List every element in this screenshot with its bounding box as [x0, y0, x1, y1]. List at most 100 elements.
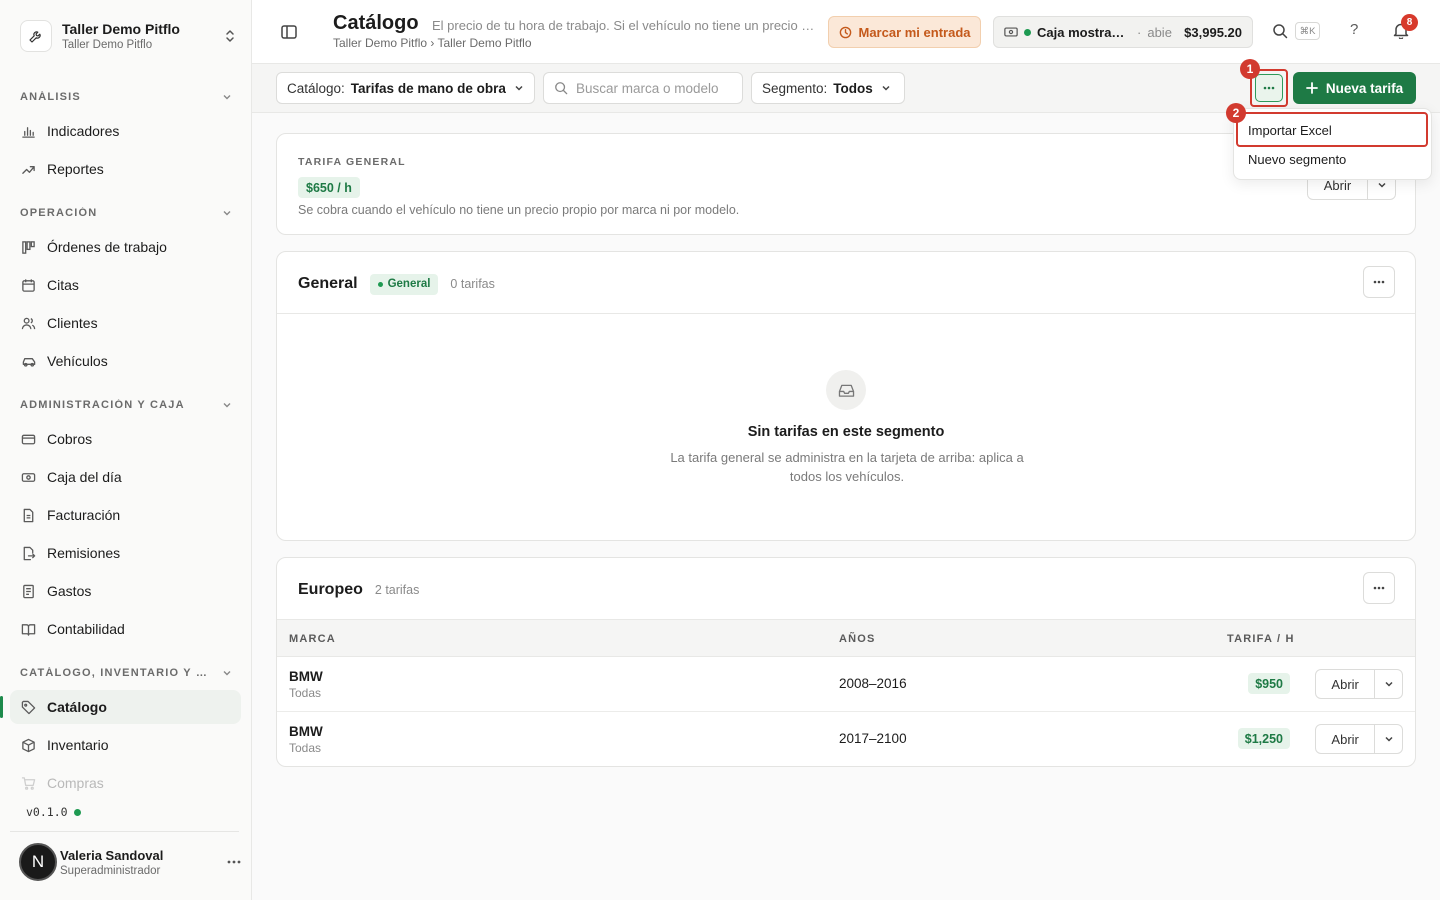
clock-in-label: Marcar mi entrada — [858, 24, 971, 40]
sidebar-item-compras[interactable]: Compras — [10, 766, 241, 800]
search-icon[interactable] — [1272, 23, 1288, 39]
section-administracion[interactable]: ADMINISTRACIÓN Y CAJA — [20, 399, 232, 411]
section-operacion[interactable]: OPERACIÓN — [20, 207, 232, 219]
sidebar-item-cobros[interactable]: Cobros — [10, 422, 241, 456]
empty-state-description: La tarifa general se administra en la ta… — [670, 450, 1024, 484]
sidebar-item-label: Reportes — [47, 161, 104, 177]
segment-select-key: Segmento: — [762, 80, 828, 96]
users-icon — [20, 315, 37, 332]
sidebar-item-facturacion[interactable]: Facturación — [10, 498, 241, 532]
page-description: El precio de tu hora de trabajo. Si el v… — [432, 18, 818, 33]
trend-icon — [20, 161, 37, 178]
sidebar-item-label: Catálogo — [47, 699, 107, 715]
user-name: Valeria Sandoval — [60, 847, 164, 863]
inbox-icon — [826, 370, 866, 410]
chevron-down-icon — [223, 671, 231, 676]
sidebar-item-indicadores[interactable]: Indicadores — [10, 114, 241, 148]
search-input[interactable] — [576, 80, 731, 96]
sidebar-item-catalogo[interactable]: Catálogo — [10, 690, 241, 724]
notification-badge: 8 — [1401, 14, 1418, 31]
chevron-down-icon — [223, 95, 231, 100]
step-marker-1: 1 — [1240, 59, 1260, 79]
help-icon[interactable]: ? — [1350, 21, 1358, 38]
column-header-years[interactable]: AÑOS — [839, 633, 876, 645]
section-label: ANÁLISIS — [20, 91, 81, 103]
clock-in-button[interactable]: Marcar mi entrada — [828, 16, 981, 48]
box-icon — [20, 737, 37, 754]
chevron-down-icon — [223, 211, 231, 216]
section-analisis[interactable]: ANÁLISIS — [20, 91, 232, 103]
divider — [277, 313, 1415, 314]
toolbar: Catálogo: Tarifas de mano de obra Segmen… — [252, 59, 1440, 113]
cashbox-selector[interactable]: Caja mostrador · abie $3,995.20 — [993, 16, 1253, 48]
sidebar-item-gastos[interactable]: Gastos — [10, 574, 241, 608]
segment-select[interactable]: Segmento: Todos — [751, 72, 905, 104]
catalog-select-key: Catálogo: — [287, 80, 345, 96]
highlight-box-2 — [1236, 112, 1428, 147]
row-rate: $1,250 — [1237, 728, 1290, 749]
sidebar-item-citas[interactable]: Citas — [10, 268, 241, 302]
org-sub: Taller Demo Pitflo — [62, 39, 153, 51]
clock-icon — [839, 26, 851, 38]
user-menu[interactable]: N Valeria Sandoval Superadministrador — [19, 843, 241, 881]
sidebar-item-clientes[interactable]: Clientes — [10, 306, 241, 340]
segment-card-general: General General 0 tarifas Sin tarifas en… — [276, 251, 1416, 541]
file-export-icon — [20, 545, 37, 562]
sidebar-item-ordenes[interactable]: Órdenes de trabajo — [10, 230, 241, 264]
sidebar-item-label: Contabilidad — [47, 621, 125, 637]
table-row[interactable]: BMW Todas 2017–2100 $1,250 Abrir — [277, 712, 1415, 766]
status-dot — [1024, 28, 1031, 36]
sidebar-item-caja[interactable]: Caja del día — [10, 460, 241, 494]
search-field[interactable] — [543, 72, 743, 104]
sidebar-item-label: Remisiones — [47, 545, 121, 561]
menu-item-new-segment[interactable]: Nuevo segmento — [1248, 152, 1346, 167]
open-button[interactable]: Abrir — [1316, 725, 1376, 753]
active-indicator — [0, 696, 3, 718]
general-rate-price: $650 / h — [298, 177, 360, 198]
more-horizontal-icon — [1373, 280, 1385, 284]
sidebar-item-reportes[interactable]: Reportes — [10, 152, 241, 186]
column-header-brand[interactable]: MARCA — [289, 633, 336, 645]
more-horizontal-icon[interactable] — [227, 860, 241, 864]
sidebar-toggle-icon[interactable] — [280, 23, 298, 41]
sidebar-item-label: Indicadores — [47, 123, 120, 139]
cart-icon — [20, 775, 37, 792]
chevron-down-icon[interactable] — [1375, 670, 1402, 698]
tag-icon — [20, 699, 37, 716]
sidebar-item-contabilidad[interactable]: Contabilidad — [10, 612, 241, 646]
sidebar-item-label: Cobros — [47, 431, 93, 447]
section-catalogo[interactable]: CATÁLOGO, INVENTARIO Y COMPRAS — [20, 667, 232, 679]
row-years: 2017–2100 — [839, 731, 907, 746]
chevron-updown-icon — [222, 29, 238, 43]
segment-more-button[interactable] — [1363, 572, 1395, 604]
row-years: 2008–2016 — [839, 676, 907, 691]
sidebar-item-inventario[interactable]: Inventario — [10, 728, 241, 762]
section-label: CATÁLOGO, INVENTARIO Y COMPRAS — [20, 667, 210, 679]
sidebar-item-label: Compras — [47, 775, 104, 791]
sidebar-item-vehiculos[interactable]: Vehículos — [10, 344, 241, 378]
segment-count: 2 tarifas — [374, 583, 420, 597]
search-icon — [555, 82, 568, 95]
table-row[interactable]: BMW Todas 2008–2016 $950 Abrir — [277, 657, 1415, 712]
column-header-rate[interactable]: TARIFA / H — [1227, 633, 1295, 645]
sidebar-item-label: Gastos — [47, 583, 92, 599]
bar-chart-icon — [20, 123, 37, 140]
calendar-icon — [20, 277, 37, 294]
segment-more-button[interactable] — [1363, 266, 1395, 298]
row-open-split: Abrir — [1315, 669, 1403, 699]
segment-title: Europeo — [298, 581, 363, 598]
segment-badge: General — [369, 273, 439, 295]
version-indicator: v0.1.0 — [26, 805, 81, 819]
divider — [10, 831, 239, 832]
breadcrumb[interactable]: Taller Demo Pitflo › Taller Demo Pitflo — [333, 36, 532, 50]
org-switcher[interactable]: Taller Demo Pitflo Taller Demo Pitflo — [20, 18, 238, 54]
catalog-select[interactable]: Catálogo: Tarifas de mano de obra — [276, 72, 535, 104]
sidebar-item-remisiones[interactable]: Remisiones — [10, 536, 241, 570]
receipt-icon — [20, 583, 37, 600]
open-button[interactable]: Abrir — [1316, 670, 1376, 698]
chevron-down-icon[interactable] — [1375, 725, 1402, 753]
new-rate-button[interactable]: Nueva tarifa — [1293, 72, 1416, 104]
row-open-split: Abrir — [1315, 724, 1403, 754]
table-header: MARCA AÑOS TARIFA / H — [277, 619, 1415, 657]
sidebar-item-label: Inventario — [47, 737, 109, 753]
